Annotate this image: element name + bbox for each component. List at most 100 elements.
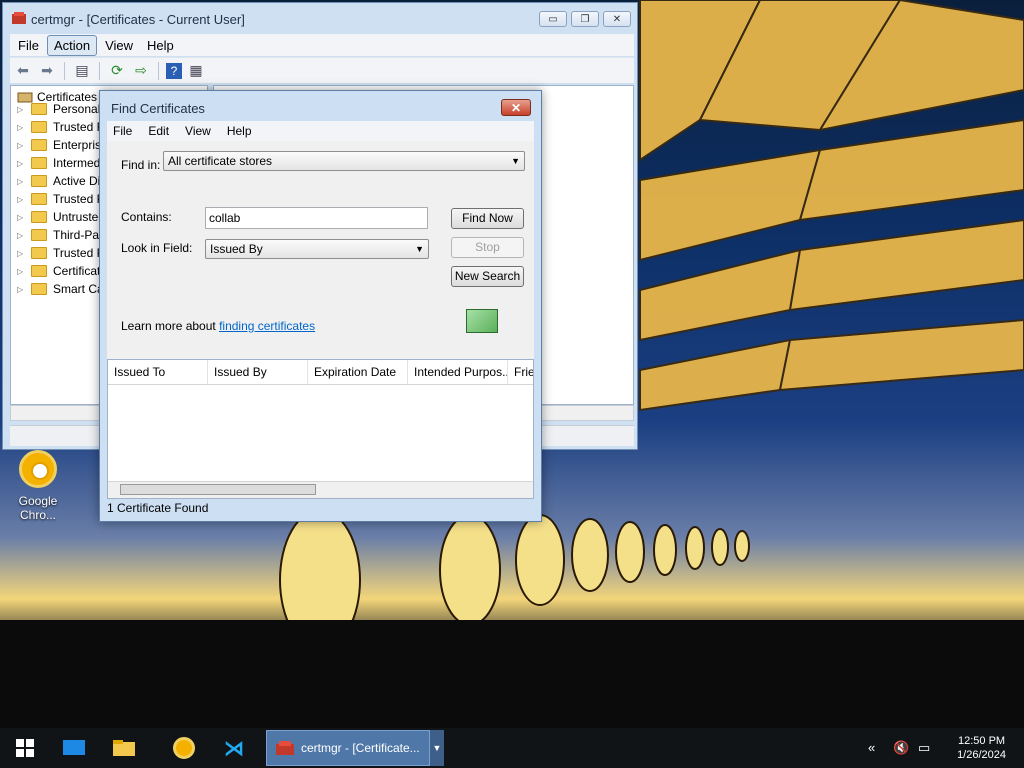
volume-muted-icon[interactable]: 🔇 bbox=[893, 740, 909, 756]
dialog-status-bar: 1 Certificate Found bbox=[107, 501, 209, 515]
chevron-down-icon: ▼ bbox=[511, 156, 520, 166]
results-list: Issued To Issued By Expiration Date Inte… bbox=[107, 359, 534, 499]
dialog-menu-view[interactable]: View bbox=[179, 124, 217, 138]
expand-arrow-icon[interactable]: ▷ bbox=[17, 141, 25, 150]
learn-more-text: Learn more about finding certificates bbox=[121, 319, 316, 333]
tree-item-trusted-publishers[interactable]: ▷Trusted Publishers bbox=[17, 192, 105, 206]
refresh-icon[interactable]: ⟳ bbox=[107, 61, 127, 81]
expand-arrow-icon[interactable]: ▷ bbox=[17, 159, 25, 168]
certmgr-app-icon bbox=[276, 741, 294, 755]
new-search-button[interactable]: New Search bbox=[451, 266, 524, 287]
folder-icon bbox=[113, 740, 135, 756]
taskbar-clock[interactable]: 12:50 PM 1/26/2024 bbox=[957, 734, 1006, 762]
tree-item-active-directory[interactable]: ▷Active Directory User Object bbox=[17, 174, 105, 188]
taskbar-file-explorer[interactable] bbox=[106, 728, 142, 768]
desktop-icon-label: Google Chro... bbox=[18, 494, 58, 522]
find-in-value: All certificate stores bbox=[168, 154, 273, 168]
folder-icon bbox=[31, 193, 47, 205]
minimize-button[interactable]: ▭ bbox=[539, 11, 567, 27]
dialog-close-button[interactable]: ✕ bbox=[501, 99, 531, 116]
desktop-icon-google-chrome[interactable]: Google Chro... bbox=[12, 450, 64, 522]
expand-arrow-icon[interactable]: ▷ bbox=[17, 231, 25, 240]
menu-action[interactable]: Action bbox=[46, 34, 98, 56]
start-button[interactable] bbox=[8, 728, 42, 768]
vscode-icon: ⋊ bbox=[224, 737, 244, 760]
windows-logo-icon bbox=[16, 739, 34, 757]
folder-icon bbox=[31, 175, 47, 187]
taskbar-vscode[interactable]: ⋊ bbox=[216, 728, 252, 768]
taskbar-certmgr-task[interactable]: certmgr - [Certificate... bbox=[266, 730, 430, 766]
chevron-down-icon: ▼ bbox=[415, 244, 424, 254]
column-expiration-date[interactable]: Expiration Date bbox=[308, 360, 408, 384]
folder-icon bbox=[31, 103, 47, 115]
dialog-menu-bar: File Edit View Help bbox=[107, 121, 534, 141]
folder-icon bbox=[31, 265, 47, 277]
properties-icon[interactable]: ▦ bbox=[186, 61, 206, 81]
taskbar-chrome[interactable] bbox=[166, 728, 202, 768]
taskbar-task-dropdown-icon[interactable]: ▼ bbox=[430, 730, 444, 766]
tree-item-trusted-people[interactable]: ▷Trusted People bbox=[17, 246, 105, 260]
expand-arrow-icon[interactable]: ▷ bbox=[17, 249, 25, 258]
taskbar-task-label: certmgr - [Certificate... bbox=[301, 741, 420, 755]
menu-file[interactable]: File bbox=[12, 36, 45, 55]
dialog-title: Find Certificates bbox=[111, 101, 205, 116]
chrome-icon bbox=[173, 737, 195, 759]
expand-arrow-icon[interactable]: ▷ bbox=[17, 123, 25, 132]
expand-arrow-icon[interactable]: ▷ bbox=[17, 195, 25, 204]
column-friendly-name[interactable]: Frier bbox=[508, 360, 533, 384]
tree-item-enterprise-trust[interactable]: ▷Enterprise Trust bbox=[17, 138, 105, 152]
find-in-label: Find in: bbox=[121, 158, 161, 172]
dialog-menu-edit[interactable]: Edit bbox=[142, 124, 175, 138]
chrome-icon bbox=[19, 450, 57, 488]
tree-item-smart-card[interactable]: ▷Smart Card Trusted Roots bbox=[17, 282, 105, 296]
folder-icon bbox=[31, 121, 47, 133]
expand-arrow-icon[interactable]: ▷ bbox=[17, 177, 25, 186]
taskbar-task-view[interactable] bbox=[56, 728, 92, 768]
folder-icon bbox=[31, 157, 47, 169]
clock-date: 1/26/2024 bbox=[957, 749, 1006, 761]
look-in-field-dropdown[interactable]: Issued By ▼ bbox=[205, 239, 429, 259]
folder-icon bbox=[31, 211, 47, 223]
desktop-monitor-icon bbox=[63, 740, 85, 755]
find-now-button[interactable]: Find Now bbox=[451, 208, 524, 229]
column-intended-purposes[interactable]: Intended Purpos... bbox=[408, 360, 508, 384]
tree-item-intermediate[interactable]: ▷Intermediate Certification Authorities bbox=[17, 156, 105, 170]
look-in-field-label: Look in Field: bbox=[121, 241, 193, 255]
tree-item-third-party[interactable]: ▷Third-Party Root Certification Authorit… bbox=[17, 228, 105, 242]
tree-item-personal[interactable]: ▷ Personal bbox=[17, 102, 100, 116]
folder-icon bbox=[31, 283, 47, 295]
dialog-menu-help[interactable]: Help bbox=[221, 124, 258, 138]
stop-button[interactable]: Stop bbox=[451, 237, 524, 258]
finding-certificates-link[interactable]: finding certificates bbox=[219, 319, 315, 333]
contains-label: Contains: bbox=[121, 210, 172, 224]
clock-time: 12:50 PM bbox=[957, 735, 1006, 747]
expand-arrow-icon[interactable]: ▷ bbox=[17, 105, 25, 114]
look-in-field-value: Issued By bbox=[210, 242, 263, 256]
show-hide-console-tree-icon[interactable]: ▤ bbox=[72, 61, 92, 81]
forward-arrow-icon[interactable]: ➡ bbox=[37, 61, 57, 81]
tree-item-trusted-root[interactable]: ▷Trusted Root Certification Authorities bbox=[17, 120, 105, 134]
tree-item-untrusted[interactable]: ▷Untrusted Certificates bbox=[17, 210, 105, 224]
show-hidden-icons-icon[interactable]: « bbox=[868, 740, 875, 755]
expand-arrow-icon[interactable]: ▷ bbox=[17, 213, 25, 222]
contains-input[interactable]: collab bbox=[205, 207, 428, 229]
back-arrow-icon[interactable]: ⬅ bbox=[13, 61, 33, 81]
help-icon[interactable]: ? bbox=[166, 62, 182, 79]
dialog-menu-file[interactable]: File bbox=[107, 124, 138, 138]
export-list-icon[interactable]: ⇨ bbox=[131, 61, 151, 81]
search-help-icon bbox=[466, 309, 498, 333]
scrollbar-thumb[interactable] bbox=[120, 484, 316, 495]
network-icon[interactable]: ▭ bbox=[918, 740, 930, 756]
column-issued-to[interactable]: Issued To bbox=[108, 360, 208, 384]
expand-arrow-icon[interactable]: ▷ bbox=[17, 267, 25, 276]
toolbar: ⬅ ➡ ▤ ⟳ ⇨ ? ▦ bbox=[10, 57, 634, 83]
menu-help[interactable]: Help bbox=[141, 36, 180, 55]
find-in-dropdown[interactable]: All certificate stores ▼ bbox=[163, 151, 525, 171]
restore-button[interactable]: ❐ bbox=[571, 11, 599, 27]
results-horizontal-scrollbar[interactable] bbox=[108, 481, 533, 498]
tree-item-enrollment-requests[interactable]: ▷Certificate Enrollment Requests bbox=[17, 264, 105, 278]
expand-arrow-icon[interactable]: ▷ bbox=[17, 285, 25, 294]
menu-view[interactable]: View bbox=[99, 36, 139, 55]
column-issued-by[interactable]: Issued By bbox=[208, 360, 308, 384]
close-button[interactable]: ✕ bbox=[603, 11, 631, 27]
